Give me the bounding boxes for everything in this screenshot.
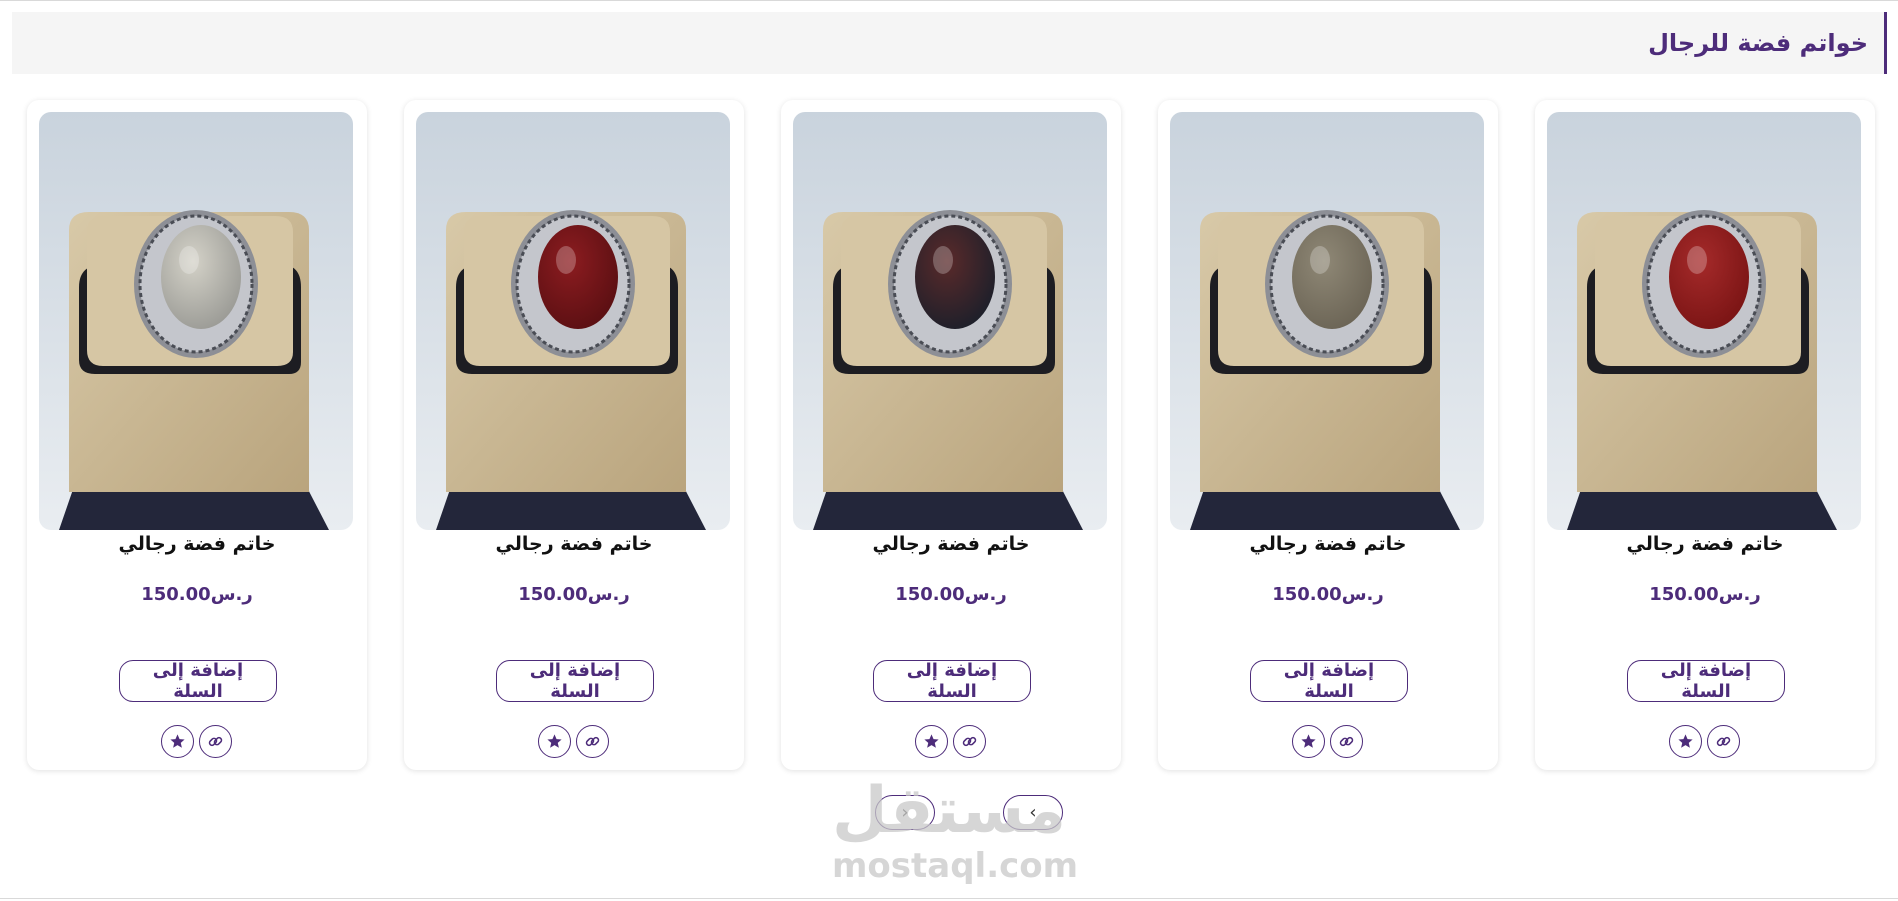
section-header: خواتم فضة للرجال: [12, 12, 1887, 74]
favorite-button[interactable]: [1292, 725, 1325, 758]
star-icon: [169, 733, 186, 750]
carousel-prev-button[interactable]: ‹: [1003, 795, 1063, 830]
chevron-right-icon: ‹: [1029, 802, 1037, 823]
link-icon: [1715, 733, 1732, 750]
link-icon: [207, 733, 224, 750]
favorite-button[interactable]: [1669, 725, 1702, 758]
share-link-button[interactable]: [199, 725, 232, 758]
star-icon: [546, 733, 563, 750]
watermark: مستقل mostaql.com: [832, 775, 1079, 886]
favorite-button[interactable]: [161, 725, 194, 758]
product-image[interactable]: [1170, 112, 1484, 530]
product-price: ر.س150.00: [518, 584, 630, 605]
star-icon: [1677, 733, 1694, 750]
link-icon: [584, 733, 601, 750]
product-card: خاتم فضة رجالي ر.س150.00 إضافة إلى السلة: [1158, 100, 1498, 770]
add-to-cart-button[interactable]: إضافة إلى السلة: [496, 660, 654, 702]
product-price: ر.س150.00: [141, 584, 253, 605]
add-to-cart-button[interactable]: إضافة إلى السلة: [1627, 660, 1785, 702]
product-card: خاتم فضة رجالي ر.س150.00 إضافة إلى السلة: [27, 100, 367, 770]
chevron-left-icon: ›: [901, 802, 909, 823]
share-link-button[interactable]: [576, 725, 609, 758]
carousel-next-button[interactable]: ›: [875, 795, 935, 830]
product-price: ر.س150.00: [1272, 584, 1384, 605]
add-to-cart-button[interactable]: إضافة إلى السلة: [1250, 660, 1408, 702]
add-to-cart-button[interactable]: إضافة إلى السلة: [873, 660, 1031, 702]
share-link-button[interactable]: [1707, 725, 1740, 758]
add-to-cart-button[interactable]: إضافة إلى السلة: [119, 660, 277, 702]
product-image[interactable]: [1547, 112, 1861, 530]
product-price: ر.س150.00: [895, 584, 1007, 605]
product-price: ر.س150.00: [1649, 584, 1761, 605]
product-card: خاتم فضة رجالي ر.س150.00 إضافة إلى السلة: [781, 100, 1121, 770]
product-card: خاتم فضة رجالي ر.س150.00 إضافة إلى السلة: [1535, 100, 1875, 770]
product-name[interactable]: خاتم فضة رجالي: [404, 533, 744, 555]
link-icon: [961, 733, 978, 750]
product-name[interactable]: خاتم فضة رجالي: [1158, 533, 1498, 555]
top-divider: [0, 0, 1898, 1]
product-image[interactable]: [39, 112, 353, 530]
product-card: خاتم فضة رجالي ر.س150.00 إضافة إلى السلة: [404, 100, 744, 770]
product-name[interactable]: خاتم فضة رجالي: [27, 533, 367, 555]
product-name[interactable]: خاتم فضة رجالي: [781, 533, 1121, 555]
product-image[interactable]: [793, 112, 1107, 530]
product-name[interactable]: خاتم فضة رجالي: [1535, 533, 1875, 555]
section-title: خواتم فضة للرجال: [1648, 29, 1868, 57]
star-icon: [1300, 733, 1317, 750]
product-image[interactable]: [416, 112, 730, 530]
favorite-button[interactable]: [538, 725, 571, 758]
share-link-button[interactable]: [1330, 725, 1363, 758]
bottom-divider: [0, 898, 1898, 899]
watermark-latin: mostaql.com: [832, 846, 1079, 886]
link-icon: [1338, 733, 1355, 750]
star-icon: [923, 733, 940, 750]
favorite-button[interactable]: [915, 725, 948, 758]
share-link-button[interactable]: [953, 725, 986, 758]
